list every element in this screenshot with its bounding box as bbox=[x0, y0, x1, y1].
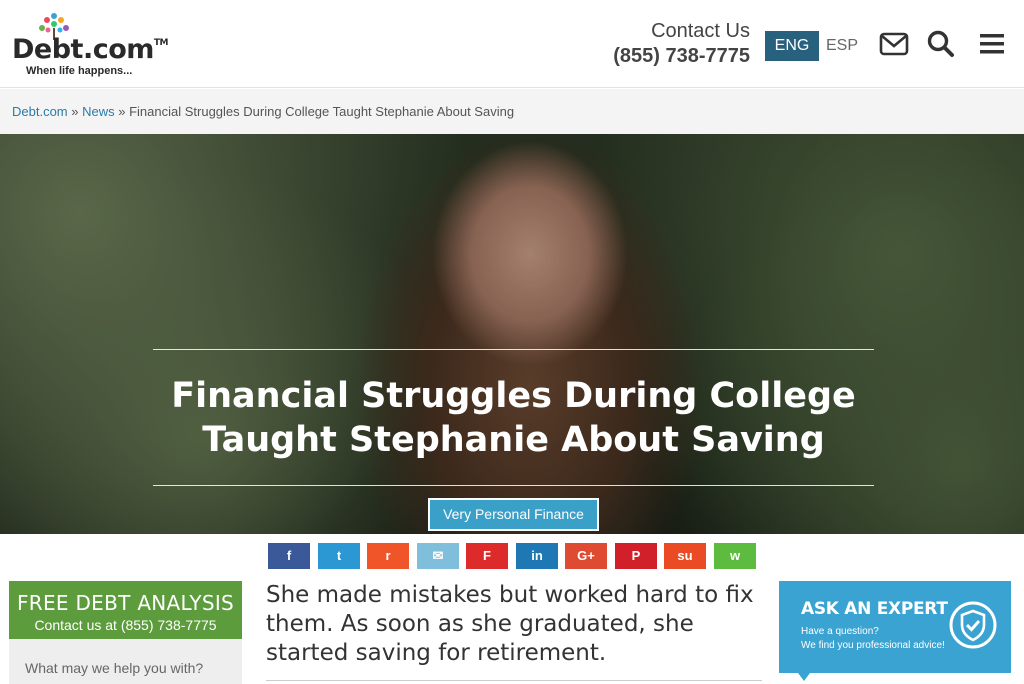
breadcrumb-news-link[interactable]: News bbox=[82, 104, 115, 119]
debt-com-logo[interactable]: Debt.comTM When life happens... bbox=[12, 10, 169, 80]
ask-an-expert-line1: Have a question? bbox=[801, 626, 879, 637]
free-debt-analysis-title: FREE DEBT ANALYSIS bbox=[16, 591, 235, 615]
breadcrumb-separator: » bbox=[67, 104, 83, 119]
share-stumbleupon-button[interactable]: su bbox=[664, 543, 706, 569]
hero-image: Financial Struggles During College Taught… bbox=[0, 134, 1024, 534]
share-whatsapp-button[interactable]: w bbox=[714, 543, 756, 569]
ask-an-expert-widget[interactable]: ASK AN EXPERT Have a question? We find y… bbox=[779, 581, 1011, 673]
share-facebook-button[interactable]: f bbox=[268, 543, 310, 569]
stumbleupon-icon: su bbox=[677, 548, 693, 563]
hero-rule-bottom bbox=[153, 485, 874, 486]
share-email-button[interactable]: ✉ bbox=[417, 543, 459, 569]
share-pinterest-button[interactable]: P bbox=[615, 543, 657, 569]
contact-block[interactable]: Contact Us (855) 738-7775 bbox=[600, 20, 750, 68]
breadcrumb-current: Financial Struggles During College Taugh… bbox=[129, 104, 515, 119]
search-icon[interactable] bbox=[925, 28, 957, 60]
logo-tagline: When life happens... bbox=[26, 65, 133, 77]
twitter-icon: t bbox=[336, 548, 342, 563]
contact-phone[interactable]: (855) 738-7775 bbox=[600, 45, 750, 68]
site-header: Debt.comTM When life happens... Contact … bbox=[0, 0, 1024, 88]
pinterest-icon: P bbox=[631, 548, 641, 563]
lang-eng-button[interactable]: ENG bbox=[765, 31, 819, 61]
ask-an-expert-line2: We find you professional advice! bbox=[801, 640, 945, 651]
lede-divider bbox=[266, 680, 762, 681]
shield-check-icon bbox=[949, 601, 997, 649]
share-reddit-button[interactable]: r bbox=[367, 543, 409, 569]
free-debt-analysis-widget: FREE DEBT ANALYSIS Contact us at (855) 7… bbox=[9, 581, 242, 684]
linkedin-icon: in bbox=[531, 548, 543, 563]
breadcrumb: Debt.com » News » Financial Struggles Du… bbox=[0, 89, 1024, 134]
ask-an-expert-pointer bbox=[798, 673, 810, 681]
facebook-icon: f bbox=[286, 548, 292, 563]
hero-rule-top bbox=[153, 349, 874, 350]
category-tag[interactable]: Very Personal Finance bbox=[428, 498, 599, 531]
share-flipboard-button[interactable]: F bbox=[466, 543, 508, 569]
article-title: Financial Struggles During College Taught… bbox=[171, 376, 856, 460]
contact-label: Contact Us bbox=[651, 20, 750, 42]
share-twitter-button[interactable]: t bbox=[318, 543, 360, 569]
ask-an-expert-title: ASK AN EXPERT bbox=[801, 599, 948, 619]
share-googleplus-button[interactable]: G+ bbox=[565, 543, 607, 569]
breadcrumb-home-link[interactable]: Debt.com bbox=[12, 104, 68, 119]
hero-overlay bbox=[0, 134, 1024, 534]
share-linkedin-button[interactable]: in bbox=[516, 543, 558, 569]
article-lede: She made mistakes but worked hard to fix… bbox=[266, 582, 754, 666]
logo-wordmark: Debt.comTM bbox=[12, 34, 169, 65]
mail-icon[interactable] bbox=[878, 28, 910, 60]
whatsapp-icon: w bbox=[729, 548, 741, 563]
googleplus-icon: G+ bbox=[577, 548, 595, 563]
help-prompt: What may we help you with? bbox=[25, 660, 204, 676]
lang-esp-button[interactable]: ESP bbox=[822, 31, 862, 61]
breadcrumb-separator: » bbox=[114, 104, 130, 119]
free-debt-analysis-phone: Contact us at (855) 738-7775 bbox=[34, 617, 217, 633]
reddit-icon: r bbox=[385, 548, 391, 563]
flipboard-icon: F bbox=[483, 548, 491, 563]
free-debt-analysis-header[interactable]: FREE DEBT ANALYSIS Contact us at (855) 7… bbox=[9, 581, 242, 639]
hamburger-menu-icon[interactable] bbox=[977, 28, 1009, 60]
email-icon: ✉ bbox=[432, 548, 444, 563]
